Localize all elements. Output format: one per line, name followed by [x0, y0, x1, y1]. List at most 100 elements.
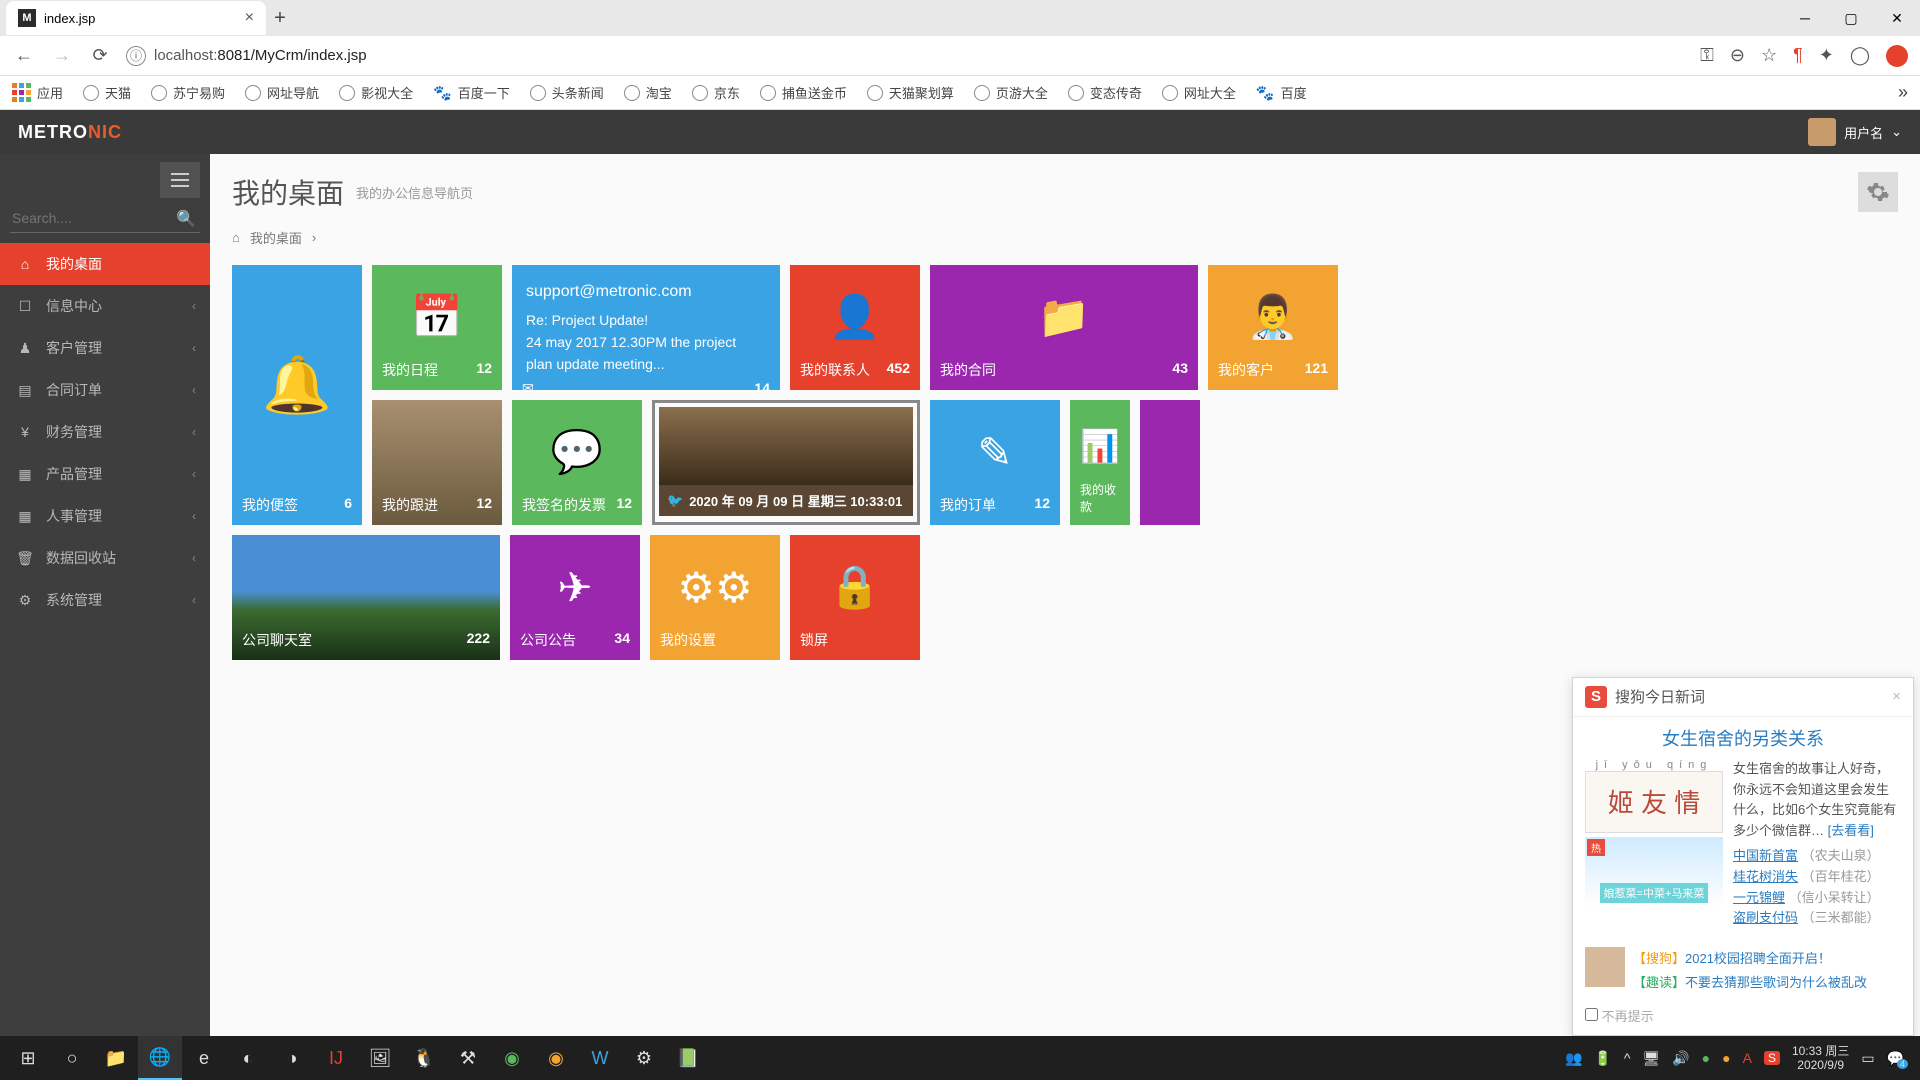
tray-battery-icon[interactable]: 🔋 [1594, 1050, 1611, 1067]
taskbar-explorer[interactable]: 📁 [94, 1036, 138, 1080]
new-tab-button[interactable]: + [266, 7, 294, 30]
tile-follow[interactable]: 我的跟进12 [372, 400, 502, 525]
taskbar-app[interactable]: ◉ [490, 1036, 534, 1080]
extensions-icon[interactable]: ✦ [1819, 45, 1834, 66]
tray-icon[interactable]: ● [1702, 1050, 1710, 1066]
tray-action-center-icon[interactable]: ▭ [1861, 1050, 1874, 1067]
app-logo[interactable]: METRONIC [18, 122, 122, 143]
tile-clock[interactable]: 🐦 2020 年 09 月 09 日 星期三 10:33:01 [652, 400, 920, 525]
sidebar-item-desktop[interactable]: ⌂我的桌面 [0, 243, 210, 285]
extension-badge-icon[interactable] [1886, 45, 1908, 67]
tile-notes[interactable]: 🔔 我的便签6 [232, 265, 362, 525]
tile-contracts[interactable]: 📁 我的合同43 [930, 265, 1198, 390]
bookmark-item[interactable]: 网址大全 [1162, 83, 1236, 102]
browser-tab[interactable]: M index.jsp × [6, 1, 266, 35]
popup-link[interactable]: 一元锦鲤 [1733, 890, 1785, 905]
taskbar-clock[interactable]: 10:33 周三 2020/9/9 [1792, 1044, 1849, 1073]
password-key-icon[interactable]: ⚿ [1700, 45, 1714, 66]
tray-sound-icon[interactable]: 🔊 [1672, 1050, 1689, 1067]
sidebar-item-system[interactable]: ⚙系统管理‹ [0, 579, 210, 621]
sidebar-toggle[interactable] [160, 162, 200, 198]
tile-email[interactable]: support@metronic.com Re: Project Update!… [512, 265, 780, 390]
taskbar-app[interactable]: ◑ [270, 1036, 314, 1080]
taskbar-eclipse[interactable]: ◐ [226, 1036, 270, 1080]
taskbar-app[interactable]: 🖼 [358, 1036, 402, 1080]
cortana-button[interactable]: ○ [50, 1036, 94, 1080]
close-icon[interactable]: × [245, 9, 254, 27]
tray-people-icon[interactable]: 👥 [1565, 1050, 1582, 1067]
bookmark-item[interactable]: 淘宝 [624, 83, 672, 102]
zoom-icon[interactable]: ⊖ [1730, 45, 1745, 66]
popup-link[interactable]: 盗刷支付码 [1733, 910, 1798, 925]
taskbar-app[interactable]: ⚒ [446, 1036, 490, 1080]
popup-more-link[interactable]: [去看看] [1828, 823, 1874, 838]
bookmark-item[interactable]: 影视大全 [339, 83, 413, 102]
bookmark-item[interactable]: 🐾百度一下 [433, 83, 510, 102]
tray-sogou-icon[interactable]: S [1764, 1051, 1780, 1065]
search-icon[interactable]: 🔍 [176, 209, 196, 229]
bookmark-item[interactable]: 捕鱼送金币 [760, 83, 847, 102]
tile-customers[interactable]: 👨‍⚕️ 我的客户121 [1208, 265, 1338, 390]
start-button[interactable]: ⊞ [6, 1036, 50, 1080]
bookmark-item[interactable]: 网址导航 [245, 83, 319, 102]
news-link[interactable]: 不要去猜那些歌词为什么被乱改 [1685, 975, 1867, 990]
tile-settings[interactable]: ⚙⚙ 我的设置 [650, 535, 780, 660]
tile-contacts[interactable]: 👤 我的联系人452 [790, 265, 920, 390]
tile-calendar[interactable]: 📅 我的日程12 [372, 265, 502, 390]
close-icon[interactable]: × [1892, 688, 1901, 705]
sidebar-item-finance[interactable]: ¥财务管理‹ [0, 411, 210, 453]
site-info-icon[interactable]: ⓘ [126, 46, 146, 66]
bookmark-item[interactable]: 天猫聚划算 [867, 83, 954, 102]
bookmark-item[interactable]: 页游大全 [974, 83, 1048, 102]
tray-notif-icon[interactable]: 💬4 [1887, 1050, 1904, 1067]
dont-remind-checkbox[interactable]: 不再提示 [1585, 1009, 1654, 1024]
sidebar-item-hr[interactable]: ▦人事管理‹ [0, 495, 210, 537]
sidebar-item-info[interactable]: ☐信息中心‹ [0, 285, 210, 327]
bookmark-item[interactable]: 头条新闻 [530, 83, 604, 102]
taskbar-chrome[interactable]: 🌐 [138, 1036, 182, 1080]
page-settings-button[interactable] [1858, 172, 1898, 212]
news-link[interactable]: 2021校园招聘全面开启！ [1685, 951, 1831, 966]
taskbar-app[interactable]: 📗 [666, 1036, 710, 1080]
tile-orders[interactable]: ✎ 我的订单12 [930, 400, 1060, 525]
tray-monitor-icon[interactable]: 🖥 [1642, 1050, 1660, 1067]
sidebar-item-customer[interactable]: ♟客户管理‹ [0, 327, 210, 369]
bookmarks-overflow[interactable]: » [1898, 82, 1908, 103]
reload-button[interactable]: ⟳ [88, 45, 112, 66]
close-window-button[interactable]: ✕ [1874, 2, 1920, 34]
breadcrumb-item[interactable]: 我的桌面 [250, 228, 302, 247]
bookmark-item[interactable]: 天猫 [83, 83, 131, 102]
taskbar-qq[interactable]: 🐧 [402, 1036, 446, 1080]
tile-announce[interactable]: ✈ 公司公告34 [510, 535, 640, 660]
taskbar-edge[interactable]: e [182, 1036, 226, 1080]
popup-promo-image[interactable]: 热 娘惹菜=中菜+马来菜 [1585, 837, 1723, 907]
tile-chat[interactable]: 公司聊天室222 [232, 535, 500, 660]
taskbar-idea[interactable]: IJ [314, 1036, 358, 1080]
tile-invoice[interactable]: 💬 我签名的发票12 [512, 400, 642, 525]
sidebar-item-contract[interactable]: ▤合同订单‹ [0, 369, 210, 411]
tray-up-icon[interactable]: ^ [1624, 1050, 1631, 1066]
bookmark-item[interactable]: 变态传奇 [1068, 83, 1142, 102]
user-menu[interactable]: 用户名 ⌄ [1808, 118, 1902, 146]
bookmark-item[interactable]: 🐾百度 [1256, 83, 1307, 102]
home-icon[interactable]: ⌂ [232, 230, 240, 245]
tile-lock[interactable]: 🔒 锁屏 [790, 535, 920, 660]
bookmark-item[interactable]: 京东 [692, 83, 740, 102]
tile-hidden[interactable] [1140, 400, 1200, 525]
popup-title[interactable]: 女生宿舍的另类关系 [1573, 717, 1913, 759]
sidebar-item-product[interactable]: ▦产品管理‹ [0, 453, 210, 495]
back-button[interactable]: ← [12, 45, 36, 66]
popup-link[interactable]: 桂花树消失 [1733, 869, 1798, 884]
minimize-button[interactable]: ─ [1782, 2, 1828, 34]
taskbar-app[interactable]: W [578, 1036, 622, 1080]
translate-icon[interactable]: ¶ [1793, 45, 1803, 66]
bookmark-item[interactable]: 苏宁易购 [151, 83, 225, 102]
forward-button[interactable]: → [50, 45, 74, 66]
profile-icon[interactable]: ◯ [1850, 45, 1870, 66]
taskbar-app[interactable]: ◉ [534, 1036, 578, 1080]
tile-receipts[interactable]: 📊 我的收款 [1070, 400, 1130, 525]
tray-icon[interactable]: A [1743, 1050, 1752, 1066]
popup-link[interactable]: 中国新首富 [1733, 848, 1798, 863]
tray-icon[interactable]: ● [1722, 1050, 1730, 1066]
bookmark-star-icon[interactable]: ☆ [1761, 45, 1777, 66]
